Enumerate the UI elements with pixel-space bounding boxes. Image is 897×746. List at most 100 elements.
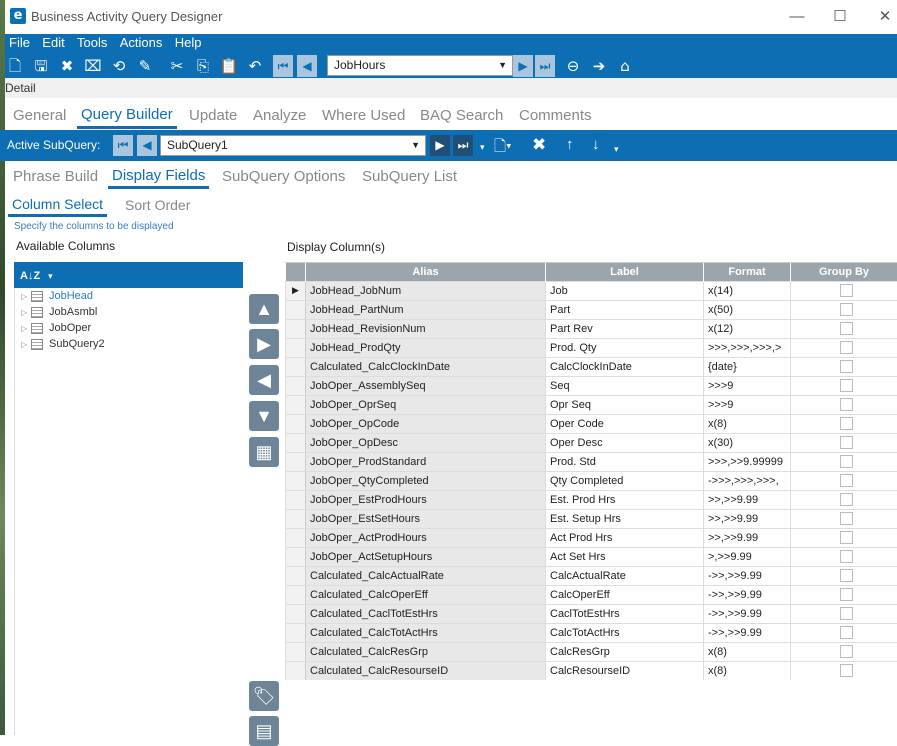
row-selector[interactable]: [286, 623, 306, 642]
menu-file[interactable]: File: [9, 34, 30, 52]
alias-cell[interactable]: JobOper_AssemblySeq: [306, 376, 546, 395]
undo-icon[interactable]: ↶: [245, 56, 265, 76]
format-cell[interactable]: x(50): [704, 300, 791, 319]
tab-subquery-options[interactable]: SubQuery Options: [222, 168, 345, 185]
expand-icon[interactable]: ▷: [21, 321, 31, 337]
chevron-down-icon[interactable]: ▾: [48, 271, 53, 281]
row-selector[interactable]: [286, 661, 306, 680]
label-cell[interactable]: CalcTotActHrs: [546, 623, 704, 642]
format-cell[interactable]: x(14): [704, 281, 791, 300]
alias-cell[interactable]: JobHead_RevisionNum: [306, 319, 546, 338]
delete-subquery-icon[interactable]: ✖: [532, 135, 546, 155]
group-by-checkbox[interactable]: [840, 664, 853, 677]
row-selector[interactable]: [286, 585, 306, 604]
alias-cell[interactable]: Calculated_CaclTotEstHrs: [306, 604, 546, 623]
label-cell[interactable]: Prod. Qty: [546, 338, 704, 357]
back-icon[interactable]: ⊖: [563, 56, 583, 76]
tree-item-jobhead[interactable]: ▷JobHead: [21, 288, 93, 304]
brush-icon[interactable]: ✎: [135, 56, 155, 76]
row-selector[interactable]: [286, 547, 306, 566]
row-selector[interactable]: [286, 528, 306, 547]
format-cell[interactable]: ->>,>>9.99: [704, 585, 791, 604]
label-cell[interactable]: Prod. Std: [546, 452, 704, 471]
group-by-checkbox[interactable]: [840, 455, 853, 468]
label-cell[interactable]: CalcClockInDate: [546, 357, 704, 376]
maximize-button[interactable]: ☐: [825, 6, 855, 28]
table-row[interactable]: JobOper_ActSetupHoursAct Set Hrs>,>>9.99: [286, 547, 897, 566]
alias-cell[interactable]: Calculated_CalcOperEff: [306, 585, 546, 604]
group-by-checkbox[interactable]: [840, 303, 853, 316]
table-row[interactable]: Calculated_CaclTotEstHrsCaclTotEstHrs->>…: [286, 604, 897, 623]
next-record-button[interactable]: ▶: [513, 55, 533, 77]
group-by-checkbox[interactable]: [840, 379, 853, 392]
alias-cell[interactable]: Calculated_CalcResGrp: [306, 642, 546, 661]
cut-icon[interactable]: ✂: [167, 56, 187, 76]
label-cell[interactable]: Oper Desc: [546, 433, 704, 452]
add-column-button[interactable]: ▶: [249, 329, 279, 359]
group-by-checkbox[interactable]: [840, 626, 853, 639]
tab-query-builder[interactable]: Query Builder: [77, 106, 177, 129]
group-by-checkbox[interactable]: [840, 474, 853, 487]
label-cell[interactable]: Part Rev: [546, 319, 704, 338]
label-cell[interactable]: CaclTotEstHrs: [546, 604, 704, 623]
tab-general[interactable]: General: [13, 107, 66, 124]
group-by-checkbox[interactable]: [840, 588, 853, 601]
move-up-button[interactable]: ▲: [249, 294, 279, 324]
group-by-checkbox[interactable]: [840, 645, 853, 658]
alias-cell[interactable]: Calculated_CalcResourseID: [306, 661, 546, 680]
format-cell[interactable]: ->>>,>>>,>>>,: [704, 471, 791, 490]
save-icon[interactable]: 🖫: [31, 56, 51, 76]
row-selector[interactable]: [286, 642, 306, 661]
label-cell[interactable]: Act Set Hrs: [546, 547, 704, 566]
label-cell[interactable]: Est. Prod Hrs: [546, 490, 704, 509]
alias-cell[interactable]: JobOper_OprSeq: [306, 395, 546, 414]
table-row[interactable]: Calculated_CalcOperEffCalcOperEff->>,>>9…: [286, 585, 897, 604]
group-by-checkbox[interactable]: [840, 341, 853, 354]
move-subquery-down-icon[interactable]: ↓: [592, 136, 600, 153]
tree-item-jobasmbl[interactable]: ▷JobAsmbl: [21, 304, 97, 320]
alias-cell[interactable]: JobOper_OpCode: [306, 414, 546, 433]
minimize-button[interactable]: —: [782, 6, 812, 28]
menu-edit[interactable]: Edit: [42, 34, 64, 52]
subquery-next-button[interactable]: ▶: [430, 135, 450, 156]
subquery-prev-button[interactable]: ◀: [137, 135, 157, 156]
sort-az-icon[interactable]: A↓Z: [20, 270, 40, 282]
label-cell[interactable]: CalcActualRate: [546, 566, 704, 585]
move-subquery-up-icon[interactable]: ↑: [566, 136, 574, 153]
forward-icon[interactable]: ➔: [589, 56, 609, 76]
subquery-first-button[interactable]: ⏮: [113, 135, 133, 156]
alias-cell[interactable]: JobHead_ProdQty: [306, 338, 546, 357]
table-row[interactable]: JobOper_OpDescOper Descx(30): [286, 433, 897, 452]
grid-header-alias[interactable]: Alias: [306, 263, 546, 281]
label-cell[interactable]: Oper Code: [546, 414, 704, 433]
group-by-checkbox[interactable]: [840, 569, 853, 582]
table-row[interactable]: JobOper_EstSetHoursEst. Setup Hrs>>,>>9.…: [286, 509, 897, 528]
format-cell[interactable]: >>,>>9.99: [704, 490, 791, 509]
format-cell[interactable]: >>>9: [704, 395, 791, 414]
format-cell[interactable]: x(8): [704, 414, 791, 433]
last-record-button[interactable]: ⏭: [535, 55, 555, 77]
format-cell[interactable]: ->>,>>9.99: [704, 623, 791, 642]
alias-cell[interactable]: JobOper_EstSetHours: [306, 509, 546, 528]
dropdown-icon[interactable]: ▾: [614, 144, 619, 155]
close-window-button[interactable]: ✕: [870, 6, 897, 28]
label-cell[interactable]: CalcResGrp: [546, 642, 704, 661]
group-by-checkbox[interactable]: [840, 493, 853, 506]
alias-cell[interactable]: Calculated_CalcActualRate: [306, 566, 546, 585]
paste-icon[interactable]: 📋: [219, 56, 239, 76]
table-row[interactable]: JobHead_RevisionNumPart Revx(12): [286, 319, 897, 338]
table-row[interactable]: JobOper_ActProdHoursAct Prod Hrs>>,>>9.9…: [286, 528, 897, 547]
new-icon[interactable]: 🗋: [5, 56, 25, 76]
alias-cell[interactable]: JobOper_OpDesc: [306, 433, 546, 452]
format-cell[interactable]: x(12): [704, 319, 791, 338]
group-by-checkbox[interactable]: [840, 360, 853, 373]
tab-where-used[interactable]: Where Used: [322, 107, 405, 124]
table-row[interactable]: Calculated_CalcResourseIDCalcResourseIDx…: [286, 661, 897, 680]
delete-icon[interactable]: ✖: [57, 56, 77, 76]
row-selector[interactable]: [286, 604, 306, 623]
tab-sort-order[interactable]: Sort Order: [125, 197, 190, 213]
alias-cell[interactable]: Calculated_CalcTotActHrs: [306, 623, 546, 642]
label-cell[interactable]: Est. Setup Hrs: [546, 509, 704, 528]
format-cell[interactable]: >>>,>>>,>>>,>: [704, 338, 791, 357]
table-row[interactable]: JobHead_ProdQtyProd. Qty>>>,>>>,>>>,>: [286, 338, 897, 357]
